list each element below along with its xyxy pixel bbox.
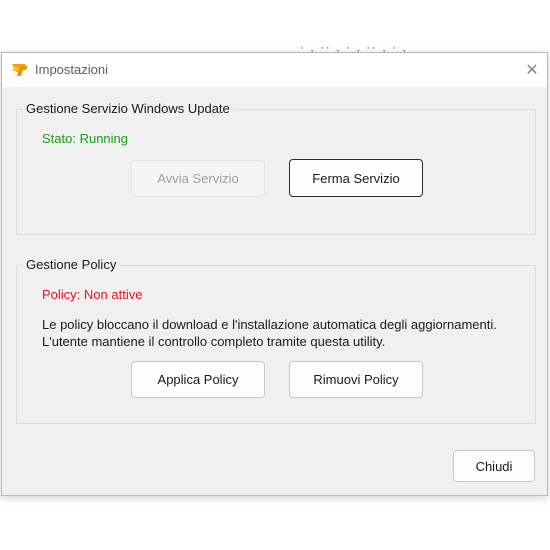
policy-status: Policy: Non attive xyxy=(42,287,143,302)
policy-description-line-1: Le policy bloccano il download e l'insta… xyxy=(42,317,497,332)
policy-description-line-2: L'utente mantiene il controllo completo … xyxy=(42,334,386,349)
remove-policy-button[interactable]: Rimuovi Policy xyxy=(289,361,423,398)
settings-dialog: Impostazioni ✕ Gestione Servizio Windows… xyxy=(1,52,548,496)
service-groupbox: Gestione Servizio Windows Update Stato: … xyxy=(16,101,536,235)
apply-policy-button[interactable]: Applica Policy xyxy=(131,361,265,398)
policy-groupbox: Gestione Policy Policy: Non attive Le po… xyxy=(16,257,536,424)
stop-service-button[interactable]: Ferma Servizio xyxy=(289,159,423,197)
title-bar[interactable]: Impostazioni ✕ xyxy=(2,53,547,87)
service-status: Stato: Running xyxy=(42,131,129,146)
close-icon[interactable]: ✕ xyxy=(518,57,546,83)
close-button[interactable]: Chiudi xyxy=(453,450,535,482)
policy-description: Le policy bloccano il download e l'insta… xyxy=(42,316,497,350)
service-group-label: Gestione Servizio Windows Update xyxy=(23,101,233,116)
policy-group-label: Gestione Policy xyxy=(23,257,120,272)
background-window-text: · ‚ ·· ‚ · ‚ ·· ‚ · ‚ xyxy=(300,44,408,52)
app-logo-icon xyxy=(11,62,29,78)
window-title: Impostazioni xyxy=(35,62,108,77)
start-service-button[interactable]: Avvia Servizio xyxy=(131,160,265,197)
